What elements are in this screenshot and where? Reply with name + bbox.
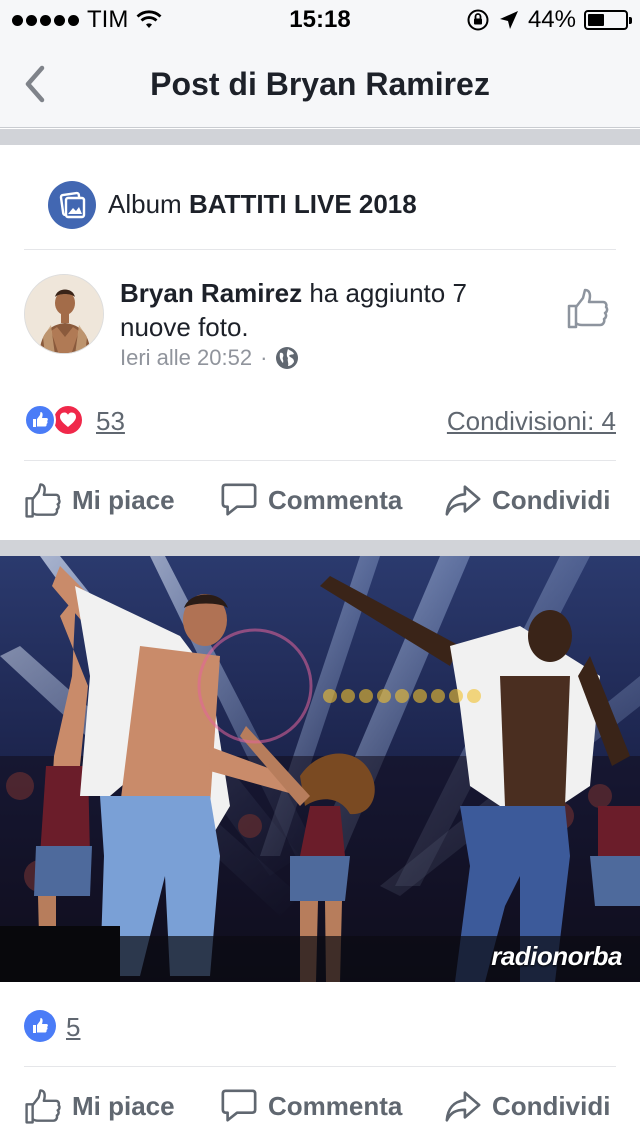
like-reaction-icon bbox=[24, 404, 56, 436]
status-right: 44% bbox=[466, 6, 632, 34]
share-button[interactable]: Condividi bbox=[444, 470, 610, 530]
photo-like-button[interactable]: Mi piace bbox=[24, 1076, 175, 1136]
orientation-lock-icon bbox=[467, 9, 489, 31]
globe-icon bbox=[276, 347, 299, 369]
comment-icon bbox=[221, 483, 257, 516]
divider bbox=[24, 460, 616, 461]
page-title: Post di Bryan Ramirez bbox=[150, 66, 490, 102]
divider bbox=[24, 1066, 616, 1067]
post-action-bar: Mi piace Commenta Condividi bbox=[0, 470, 640, 530]
album-prefix: Album bbox=[108, 189, 182, 219]
concert-photo-illustration bbox=[0, 556, 640, 982]
section-separator bbox=[0, 540, 640, 556]
author-name[interactable]: Bryan Ramirez bbox=[120, 278, 302, 308]
battery-icon bbox=[584, 10, 632, 30]
post-timestamp[interactable]: Ieri alle 20:52 bbox=[120, 345, 252, 371]
album-label: Album BATTITI LIVE 2018 bbox=[108, 189, 417, 220]
like-label: Mi piace bbox=[72, 1090, 175, 1121]
album-name[interactable]: BATTITI LIVE 2018 bbox=[189, 189, 417, 219]
like-reaction-icon bbox=[24, 1010, 56, 1042]
reaction-summary: 53 Condivisioni: 4 bbox=[24, 402, 616, 442]
love-reaction-icon bbox=[52, 404, 84, 436]
post-meta: Ieri alle 20:52 · bbox=[120, 345, 299, 371]
like-button[interactable]: Mi piace bbox=[24, 470, 175, 530]
section-separator bbox=[0, 129, 640, 145]
reaction-icons[interactable] bbox=[24, 404, 84, 436]
nav-bar: Post di Bryan Ramirez bbox=[0, 40, 640, 128]
comment-button[interactable]: Commenta bbox=[220, 470, 402, 530]
like-label: Mi piace bbox=[72, 484, 175, 515]
photo-album-icon bbox=[48, 180, 96, 229]
battery-percent: 44% bbox=[527, 6, 576, 33]
post-header-text: Bryan Ramirez ha aggiunto 7 nuove foto. bbox=[120, 276, 540, 344]
thumbs-up-icon bbox=[25, 483, 61, 518]
status-bar: TIM 15:18 44% bbox=[0, 0, 640, 40]
share-label: Condividi bbox=[492, 1090, 611, 1121]
post-photo[interactable]: radionorba bbox=[0, 556, 640, 982]
photo-watermark: radionorba bbox=[491, 941, 622, 971]
comment-label: Commenta bbox=[268, 484, 403, 515]
location-arrow-icon bbox=[499, 11, 518, 29]
battery-level bbox=[588, 14, 604, 26]
share-label: Condividi bbox=[492, 484, 611, 515]
reaction-count[interactable]: 53 bbox=[96, 406, 125, 437]
photo-reaction-count[interactable]: 5 bbox=[66, 1012, 80, 1043]
author-avatar[interactable] bbox=[24, 274, 104, 354]
comment-icon bbox=[221, 1089, 257, 1122]
album-header[interactable]: Album BATTITI LIVE 2018 bbox=[24, 160, 616, 250]
comment-label: Commenta bbox=[268, 1090, 403, 1121]
share-arrow-icon bbox=[445, 485, 481, 516]
photo-action-bar: Mi piace Commenta Condividi bbox=[0, 1076, 640, 1136]
photo-share-button[interactable]: Condividi bbox=[444, 1076, 610, 1136]
share-arrow-icon bbox=[445, 1091, 481, 1122]
header-like-button[interactable] bbox=[566, 286, 610, 330]
meta-separator: · bbox=[260, 345, 268, 370]
shares-count[interactable]: Condivisioni: 4 bbox=[447, 406, 616, 437]
thumbs-up-icon bbox=[567, 288, 609, 329]
thumbs-up-icon bbox=[25, 1089, 61, 1124]
photo-comment-button[interactable]: Commenta bbox=[220, 1076, 402, 1136]
